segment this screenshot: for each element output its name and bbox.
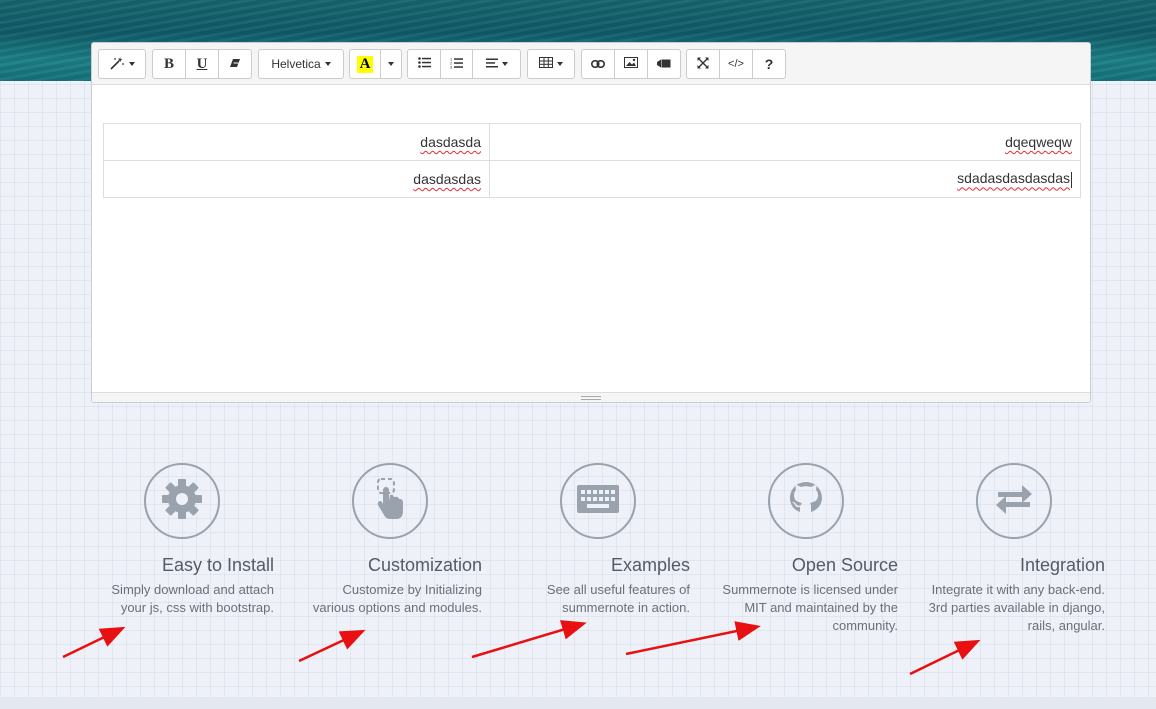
table-row: dasdasda dqeqweqw: [103, 123, 1081, 161]
text-cursor: [1071, 171, 1072, 188]
github-icon: [786, 479, 826, 524]
feature-icon-circle: [560, 463, 636, 539]
video-button[interactable]: [648, 49, 681, 79]
feature-description: Customize by Initializing various option…: [312, 582, 482, 615]
svg-text:3: 3: [450, 64, 453, 69]
table-button[interactable]: [527, 49, 575, 79]
magic-wand-icon: [109, 56, 125, 73]
red-arrow: [909, 639, 981, 676]
resize-grip-icon[interactable]: [581, 395, 601, 400]
rich-text-editor: B U Helvetica A 123 </> ? dasdasda dqeqw…: [91, 42, 1091, 403]
footer-strip: [0, 697, 1156, 709]
eraser-icon: [229, 57, 241, 72]
chevron-down-icon: [557, 62, 563, 66]
help-button[interactable]: ?: [753, 49, 786, 79]
feature-description: See all useful features of summernote in…: [546, 582, 690, 615]
text-color-label: A: [356, 55, 374, 73]
editor-content-area[interactable]: dasdasda dqeqweqw dasdasdas sdadasdasdas…: [92, 85, 1090, 392]
feature-title: Customization: [367, 555, 482, 575]
codeview-button[interactable]: </>: [720, 49, 753, 79]
keyboard-icon: [577, 484, 619, 518]
exchange-icon: [994, 481, 1034, 522]
cell-text: dasdasda: [420, 134, 481, 150]
table-cell[interactable]: dasdasdas: [103, 160, 490, 198]
feature-title: Integration: [1019, 555, 1105, 575]
font-name-label: Helvetica: [271, 57, 321, 71]
feature-icon-circle: [976, 463, 1052, 539]
table-cell[interactable]: sdadasdasdasdas: [489, 160, 1081, 198]
chevron-down-icon: [324, 62, 331, 66]
picture-button[interactable]: [615, 49, 648, 79]
editor-table[interactable]: dasdasda dqeqweqw dasdasdas sdadasdasdas…: [103, 123, 1081, 198]
link-button[interactable]: [581, 49, 615, 79]
table-cell[interactable]: dasdasda: [103, 123, 490, 161]
video-icon: [657, 57, 671, 71]
feature-icon-circle: [144, 463, 220, 539]
unordered-list-icon: [417, 57, 431, 71]
ordered-list-icon: 123: [450, 56, 463, 72]
fullscreen-button[interactable]: [686, 49, 720, 79]
feature-title: Open Source: [791, 555, 898, 575]
link-icon: [591, 57, 605, 71]
feature-description: Summernote is licensed under MIT and mai…: [722, 582, 898, 633]
underline-button[interactable]: U: [186, 49, 219, 79]
touch-icon: [372, 477, 408, 526]
clear-format-button[interactable]: [219, 49, 252, 79]
cell-text: sdadasdasdasdas: [957, 170, 1070, 187]
ordered-list-button[interactable]: 123: [441, 49, 473, 79]
chevron-down-icon: [501, 62, 508, 66]
table-icon: [539, 57, 553, 71]
editor-toolbar: B U Helvetica A 123 </> ?: [92, 43, 1090, 85]
feature-description: Simply download and attach your js, css …: [111, 582, 274, 615]
feature-icon-circle: [768, 463, 844, 539]
red-arrow: [62, 626, 126, 659]
feature-description: Integrate it with any back-end. 3rd part…: [928, 582, 1105, 633]
table-row: dasdasdas sdadasdasdasdas: [103, 160, 1081, 198]
table-cell[interactable]: dqeqweqw: [489, 123, 1081, 161]
resize-bar[interactable]: [92, 392, 1090, 402]
feature-title: Examples: [610, 555, 690, 575]
chevron-down-icon: [129, 62, 135, 66]
red-arrow: [298, 629, 366, 663]
align-left-icon: [485, 57, 498, 71]
red-arrow: [471, 620, 587, 659]
paragraph-button[interactable]: [473, 49, 521, 79]
fullscreen-icon: [697, 57, 709, 72]
color-dropdown-button[interactable]: [381, 49, 402, 79]
unordered-list-button[interactable]: [407, 49, 441, 79]
feature-icon-circle: [352, 463, 428, 539]
gear-icon: [160, 477, 204, 526]
bold-button[interactable]: B: [152, 49, 186, 79]
cell-text: dasdasdas: [413, 171, 481, 187]
text-color-button[interactable]: A: [349, 49, 381, 79]
picture-icon: [624, 57, 638, 71]
chevron-down-icon: [388, 62, 394, 66]
feature-title: Easy to Install: [161, 555, 274, 575]
cell-text: dqeqweqw: [1005, 134, 1072, 150]
font-name-button[interactable]: Helvetica: [258, 49, 344, 79]
style-button[interactable]: [98, 49, 146, 79]
